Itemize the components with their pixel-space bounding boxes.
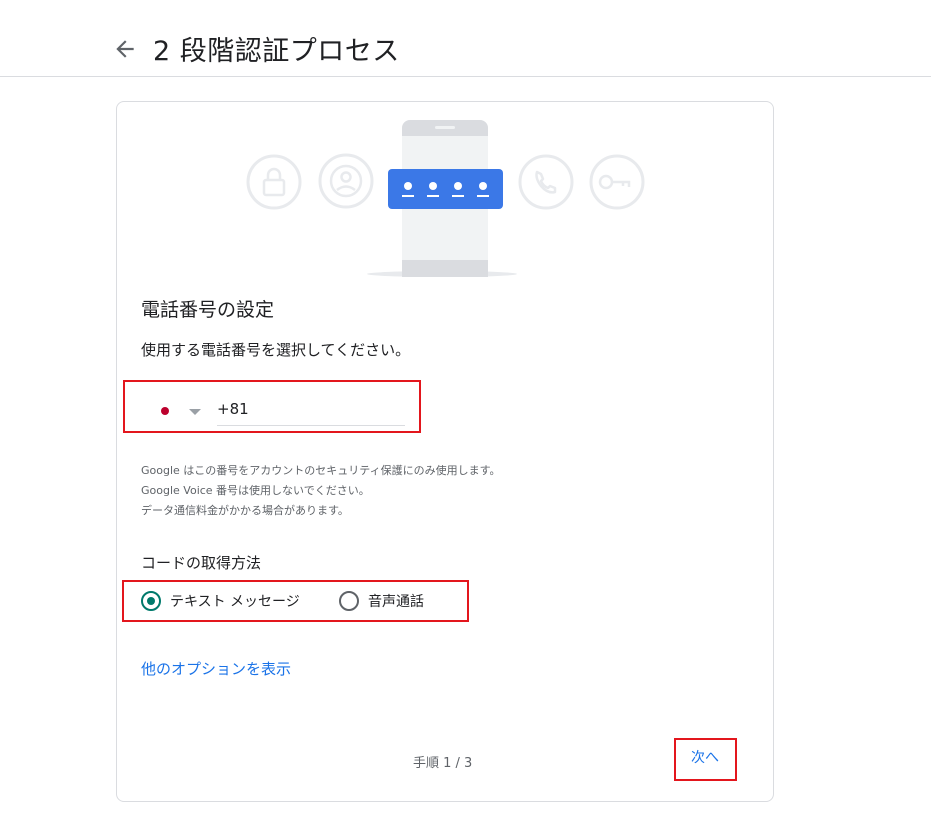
- radio-checked-icon: [141, 591, 161, 611]
- radio-unchecked-icon: [339, 591, 359, 611]
- instruction-text: 使用する電話番号を選択してください。: [141, 341, 411, 359]
- key-icon: [589, 154, 645, 210]
- setup-card: 電話番号の設定 使用する電話番号を選択してください。 Google はこの番号を…: [116, 101, 774, 802]
- method-title: コードの取得方法: [141, 554, 262, 572]
- top-bar: 2 段階認証プロセス: [0, 0, 931, 77]
- back-button[interactable]: [112, 36, 138, 62]
- more-options-link[interactable]: 他のオプションを表示: [141, 658, 291, 679]
- account-icon: [318, 153, 374, 209]
- next-button[interactable]: 次へ: [691, 747, 719, 767]
- radio-label: テキスト メッセージ: [170, 594, 300, 610]
- section-title: 電話番号の設定: [141, 299, 275, 321]
- lock-icon: [246, 154, 302, 210]
- hero-illustration: [117, 102, 775, 282]
- radio-voice-call[interactable]: 音声通話: [339, 589, 424, 613]
- arrow-left-icon: [116, 40, 134, 58]
- jp-flag-icon: [161, 407, 169, 415]
- note-line: データ通信料金がかかる場合があります。: [141, 504, 349, 517]
- phone-number-input[interactable]: [217, 393, 405, 426]
- radio-label: 音声通話: [368, 594, 424, 610]
- phone-number-row: [141, 393, 413, 429]
- chevron-down-icon: [189, 409, 201, 415]
- step-indicator: 手順 1 / 3: [413, 756, 473, 771]
- note-line: Google Voice 番号は使用しないでください。: [141, 484, 370, 497]
- radio-text-message[interactable]: テキスト メッセージ: [141, 589, 300, 613]
- code-box: [388, 169, 503, 209]
- note-line: Google はこの番号をアカウントのセキュリティ保護にのみ使用します。: [141, 464, 501, 477]
- page-title: 2 段階認証プロセス: [153, 36, 400, 67]
- country-selector[interactable]: [141, 393, 211, 429]
- phone-call-icon: [518, 154, 574, 210]
- phone-notes: Google はこの番号をアカウントのセキュリティ保護にのみ使用します。 Goo…: [141, 461, 501, 521]
